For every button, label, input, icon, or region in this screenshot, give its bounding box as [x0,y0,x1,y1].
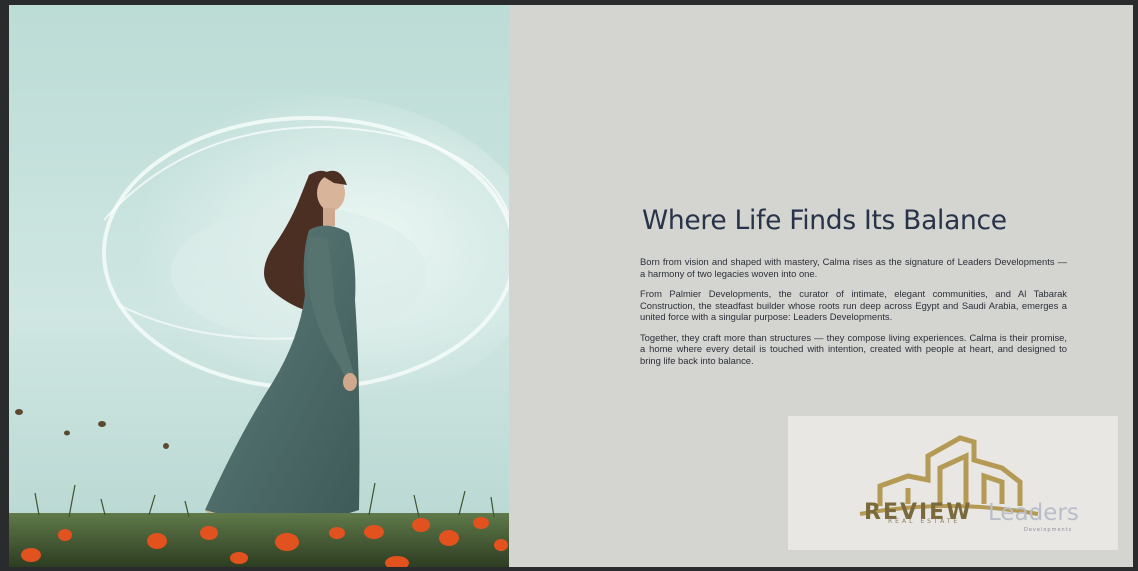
brand-subtitle: Developments [1024,527,1073,533]
review-watermark-sub: REAL ESTATE [888,518,961,525]
paragraph-heritage: From Palmier Developments, the curator o… [640,288,1067,322]
intro-text-block: Where Life Finds Its Balance Born from v… [640,205,1067,375]
hero-photo [9,5,509,567]
leaders-developments-logo: REVIEW REAL ESTATE Leaders Developments [788,416,1118,550]
paragraph-promise: Together, they craft more than structure… [640,331,1067,366]
headline: Where Life Finds Its Balance [642,205,1007,236]
paragraph-intro: Born from vision and shaped with mastery… [640,256,1067,279]
brochure-page: Where Life Finds Its Balance Born from v… [9,5,1133,567]
brand-name: Leaders [988,500,1079,526]
woman-in-meadow-illustration [9,5,509,567]
